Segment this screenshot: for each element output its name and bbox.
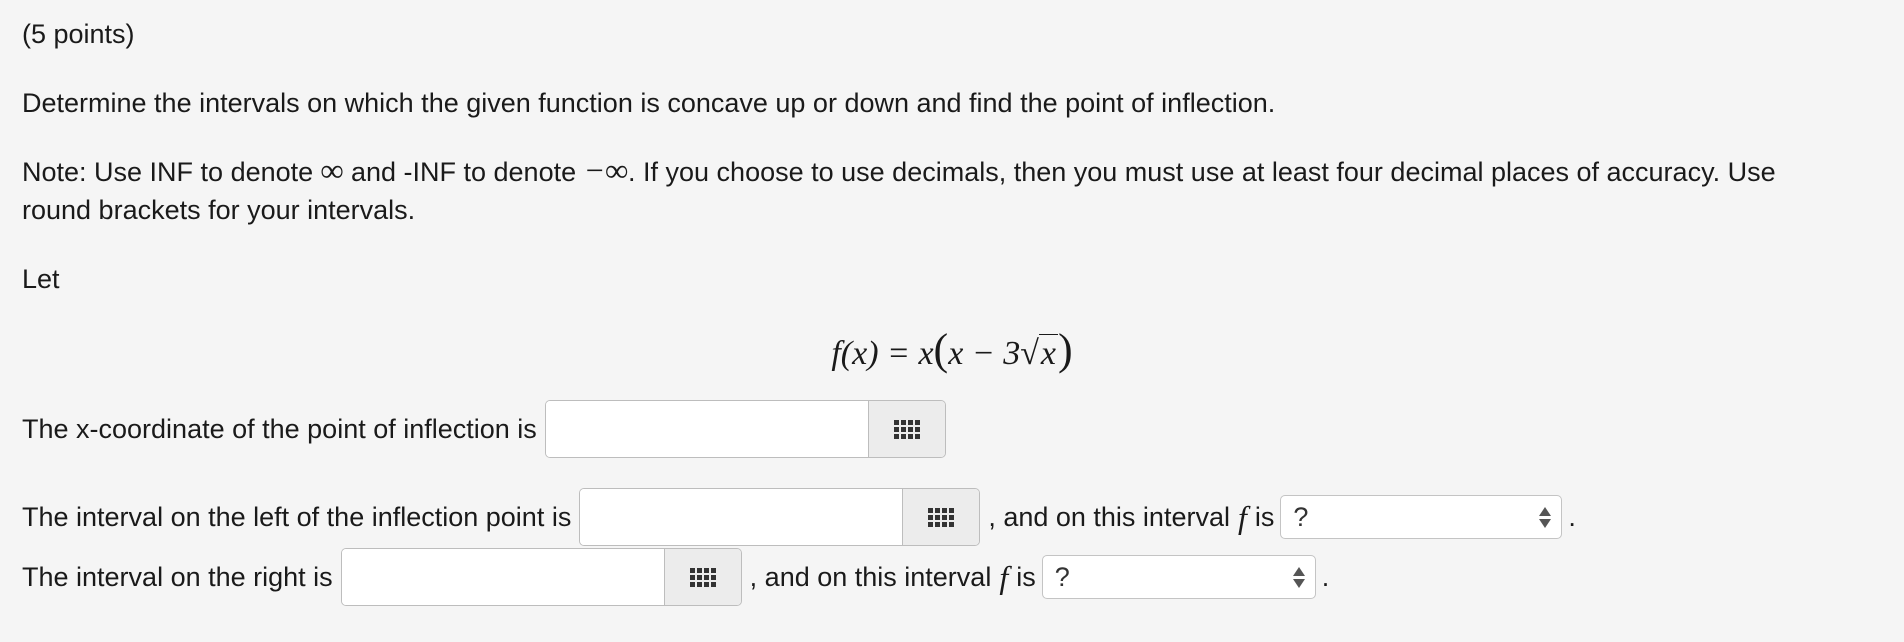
f-symbol: f [1237, 498, 1247, 535]
formula-radicand: x [1038, 334, 1059, 372]
f-symbol: f [999, 558, 1009, 595]
inflection-row: The x-coordinate of the point of inflect… [22, 399, 954, 459]
math-palette-button[interactable] [902, 489, 980, 545]
updown-arrows-icon [1292, 566, 1305, 588]
right-interval-answer-box [340, 548, 742, 606]
formula-lhs: f(x) = x [831, 335, 934, 372]
formula-sqrt: √x [1020, 324, 1059, 384]
select-value: ? [1293, 501, 1309, 532]
note-text-a: Note: Use INF to denote [22, 157, 321, 187]
period: . [1568, 501, 1576, 532]
inflection-answer-box [544, 400, 946, 458]
math-palette-button[interactable] [867, 401, 945, 457]
right-concavity-select[interactable]: ? [1041, 555, 1316, 599]
formula-mid: x − 3 [948, 335, 1021, 372]
note-line-2: round brackets for your intervals. [22, 195, 416, 225]
grid-keypad-icon [893, 419, 920, 439]
inflection-label: The x-coordinate of the point of inflect… [22, 413, 537, 444]
grid-keypad-icon [689, 567, 716, 587]
question-text: Determine the intervals on which the giv… [22, 88, 1276, 118]
left-interval-input[interactable] [580, 489, 903, 545]
left-interval-row: The interval on the left of the inflecti… [22, 487, 1576, 547]
formula-open-paren: ( [933, 325, 949, 374]
right-interval-label: The interval on the right is [22, 561, 333, 592]
infinity-symbol: ∞ [320, 152, 344, 188]
points-label: (5 points) [22, 19, 135, 49]
updown-arrows-icon [1539, 506, 1552, 528]
sqrt-symbol: √ [1020, 335, 1039, 372]
select-value: ? [1054, 561, 1070, 592]
note-line-1: Note: Use INF to denote ∞ and -INF to de… [22, 150, 1776, 192]
period: . [1321, 561, 1330, 592]
grid-keypad-icon [928, 507, 955, 527]
right-interval-input[interactable] [341, 549, 664, 605]
note-text-c: . If you choose to use decimals, then yo… [628, 157, 1776, 187]
left-interval-suffix: , and on this interval [988, 501, 1230, 532]
is-text: is [1016, 561, 1036, 592]
note-text-b: and -INF to denote [343, 157, 584, 187]
right-interval-row: The interval on the right is , and on th… [22, 547, 1329, 607]
left-interval-answer-box [579, 488, 981, 546]
right-interval-suffix: , and on this interval [749, 561, 992, 592]
is-text: is [1254, 501, 1275, 532]
inflection-input[interactable] [545, 401, 868, 457]
function-formula: f(x) = x(x − 3√x) [0, 320, 1904, 384]
formula-close-paren: ) [1058, 325, 1073, 374]
math-palette-button[interactable] [663, 549, 741, 605]
left-concavity-select[interactable]: ? [1280, 495, 1563, 539]
let-label: Let [22, 264, 60, 294]
left-interval-label: The interval on the left of the inflecti… [22, 501, 572, 532]
neg-infinity-symbol: −∞ [583, 152, 629, 188]
